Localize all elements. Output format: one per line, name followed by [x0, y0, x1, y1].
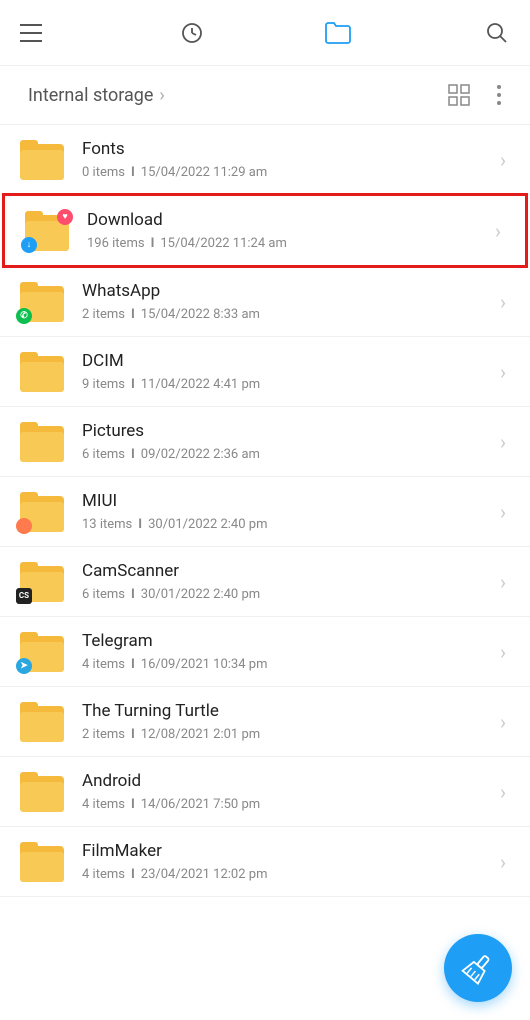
folder-row[interactable]: CS CamScanner 6 itemsI30/01/2022 2:40 pm… [0, 547, 530, 617]
folder-row[interactable]: DCIM 9 itemsI11/04/2022 4:41 pm › [0, 337, 530, 407]
folder-info: DCIM 9 itemsI11/04/2022 4:41 pm [82, 351, 500, 392]
folder-name: Fonts [82, 139, 500, 159]
folder-info: FilmMaker 4 itemsI23/04/2021 12:02 pm [82, 841, 500, 882]
folder-info: Pictures 6 itemsI09/02/2022 2:36 am [82, 421, 500, 462]
chevron-right-icon: › [500, 640, 506, 664]
folder-icon [20, 140, 64, 180]
folder-meta: 4 itemsI16/09/2021 10:34 pm [82, 657, 500, 672]
folder-badge-icon: ✆ [16, 308, 32, 324]
breadcrumb-title: Internal storage [28, 85, 153, 106]
folder-name: DCIM [82, 351, 500, 371]
folder-row[interactable]: ➤ Telegram 4 itemsI16/09/2021 10:34 pm › [0, 617, 530, 687]
folder-meta: 2 itemsI15/04/2022 8:33 am [82, 307, 500, 322]
folder-row[interactable]: MIUI 13 itemsI30/01/2022 2:40 pm › [0, 477, 530, 547]
chevron-right-icon: › [500, 500, 506, 524]
chevron-right-icon: › [500, 430, 506, 454]
folder-icon: CS [20, 562, 64, 602]
folder-info: Telegram 4 itemsI16/09/2021 10:34 pm [82, 631, 500, 672]
more-options-icon[interactable] [496, 84, 502, 106]
folder-icon [20, 422, 64, 462]
chevron-right-icon: › [495, 219, 501, 243]
folder-info: The Turning Turtle 2 itemsI12/08/2021 2:… [82, 701, 500, 742]
folder-name: MIUI [82, 491, 500, 511]
breadcrumb-bar: Internal storage › [0, 66, 530, 125]
chevron-right-icon: › [500, 290, 506, 314]
bar-actions [448, 84, 502, 106]
folder-row[interactable]: Fonts 0 itemsI15/04/2022 11:29 am › [0, 125, 530, 195]
folder-name: Android [82, 771, 500, 791]
folder-tab-icon[interactable] [325, 20, 351, 46]
breadcrumb[interactable]: Internal storage › [28, 85, 165, 106]
folder-name: Pictures [82, 421, 500, 441]
view-grid-icon[interactable] [448, 84, 470, 106]
clean-fab-button[interactable] [444, 934, 512, 1002]
top-bar [0, 0, 530, 66]
folder-name: FilmMaker [82, 841, 500, 861]
folder-icon [20, 702, 64, 742]
folder-badge-icon: ➤ [16, 658, 32, 674]
folder-row[interactable]: The Turning Turtle 2 itemsI12/08/2021 2:… [0, 687, 530, 757]
folder-row[interactable]: Android 4 itemsI14/06/2021 7:50 pm › [0, 757, 530, 827]
chevron-right-icon: › [500, 148, 506, 172]
folder-name: CamScanner [82, 561, 500, 581]
folder-row[interactable]: ↓♥ Download 196 itemsI15/04/2022 11:24 a… [2, 193, 528, 268]
folder-icon [20, 842, 64, 882]
folder-row[interactable]: ✆ WhatsApp 2 itemsI15/04/2022 8:33 am › [0, 267, 530, 337]
folder-icon [20, 772, 64, 812]
folder-info: MIUI 13 itemsI30/01/2022 2:40 pm [82, 491, 500, 532]
folder-icon: ➤ [20, 632, 64, 672]
folder-icon [20, 352, 64, 392]
folder-info: Fonts 0 itemsI15/04/2022 11:29 am [82, 139, 500, 180]
tabs [179, 20, 351, 46]
chevron-right-icon: › [500, 710, 506, 734]
folder-meta: 4 itemsI14/06/2021 7:50 pm [82, 797, 500, 812]
folder-meta: 2 itemsI12/08/2021 2:01 pm [82, 727, 500, 742]
folder-meta: 13 itemsI30/01/2022 2:40 pm [82, 517, 500, 532]
folder-badge-icon: ↓ [21, 237, 37, 253]
folder-info: Android 4 itemsI14/06/2021 7:50 pm [82, 771, 500, 812]
folder-name: Download [87, 210, 495, 230]
folder-row[interactable]: FilmMaker 4 itemsI23/04/2021 12:02 pm › [0, 827, 530, 897]
folder-meta: 9 itemsI11/04/2022 4:41 pm [82, 377, 500, 392]
folder-icon [20, 492, 64, 532]
chevron-right-icon: › [500, 360, 506, 384]
recent-tab-icon[interactable] [179, 20, 205, 46]
folder-meta: 6 itemsI30/01/2022 2:40 pm [82, 587, 500, 602]
search-icon[interactable] [484, 20, 510, 46]
chevron-right-icon: › [159, 85, 164, 106]
folder-icon: ↓♥ [25, 211, 69, 251]
folder-name: WhatsApp [82, 281, 500, 301]
chevron-right-icon: › [500, 570, 506, 594]
folder-name: Telegram [82, 631, 500, 651]
chevron-right-icon: › [500, 780, 506, 804]
chevron-right-icon: › [500, 850, 506, 874]
folder-meta: 6 itemsI09/02/2022 2:36 am [82, 447, 500, 462]
menu-icon[interactable] [20, 20, 46, 46]
folder-badge-icon [16, 518, 32, 534]
folder-info: WhatsApp 2 itemsI15/04/2022 8:33 am [82, 281, 500, 322]
folder-icon: ✆ [20, 282, 64, 322]
folder-meta: 196 itemsI15/04/2022 11:24 am [87, 236, 495, 251]
folder-info: Download 196 itemsI15/04/2022 11:24 am [87, 210, 495, 251]
folder-badge-icon: ♥ [57, 209, 73, 225]
folder-list: Fonts 0 itemsI15/04/2022 11:29 am › ↓♥ D… [0, 125, 530, 897]
folder-meta: 4 itemsI23/04/2021 12:02 pm [82, 867, 500, 882]
folder-meta: 0 itemsI15/04/2022 11:29 am [82, 165, 500, 180]
folder-info: CamScanner 6 itemsI30/01/2022 2:40 pm [82, 561, 500, 602]
folder-badge-icon: CS [16, 588, 32, 604]
folder-row[interactable]: Pictures 6 itemsI09/02/2022 2:36 am › [0, 407, 530, 477]
folder-name: The Turning Turtle [82, 701, 500, 721]
